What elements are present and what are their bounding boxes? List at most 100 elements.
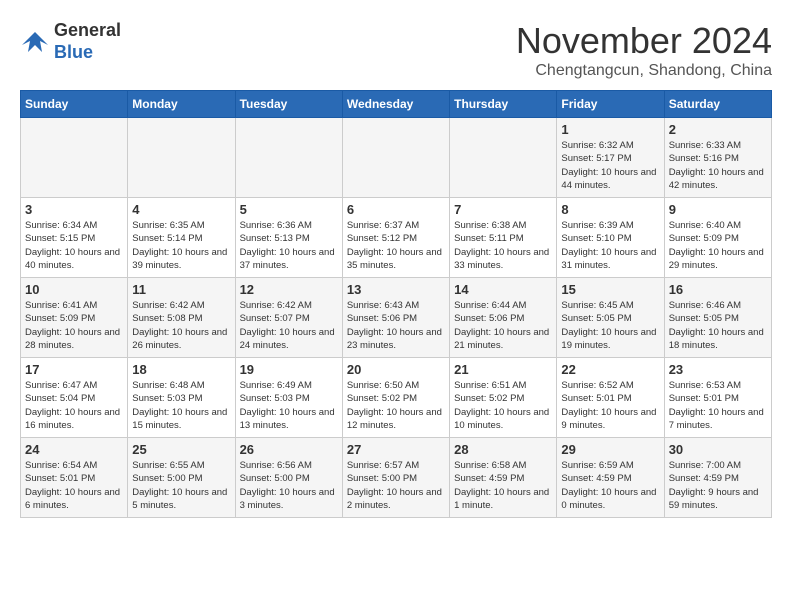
table-row: 25Sunrise: 6:55 AM Sunset: 5:00 PM Dayli… — [128, 438, 235, 518]
table-row: 26 Sunrise: 6:56 AM Sunset: 5:00 PM Dayli… — [235, 438, 342, 518]
day-header-wednesday: Wednesday — [342, 91, 449, 118]
day-info: Sunrise: 6:35 AM Sunset: 5:14 PM Dayligh… — [132, 219, 230, 272]
calendar-week-1: 1Sunrise: 6:32 AM Sunset: 5:17 PM Daylig… — [21, 118, 772, 198]
day-number: 24 — [25, 442, 123, 457]
day-number: 26 — [240, 442, 338, 457]
day-header-friday: Friday — [557, 91, 664, 118]
table-row: 23 Sunrise: 6:53 AM Sunset: 5:01 PM Dayli… — [664, 358, 771, 438]
table-row — [235, 118, 342, 198]
calendar-header-row: SundayMondayTuesdayWednesdayThursdayFrid… — [21, 91, 772, 118]
table-row: 5 Sunrise: 6:36 AM Sunset: 5:13 PM Daylig… — [235, 198, 342, 278]
table-row: 17 Sunrise: 6:47 AM Sunset: 5:04 PM Dayli… — [21, 358, 128, 438]
title-block: November 2024 Chengtangcun, Shandong, Ch… — [516, 20, 772, 80]
day-number: 28 — [454, 442, 552, 457]
table-row: 9 Sunrise: 6:40 AM Sunset: 5:09 PM Daylig… — [664, 198, 771, 278]
day-header-saturday: Saturday — [664, 91, 771, 118]
calendar-week-5: 24 Sunrise: 6:54 AM Sunset: 5:01 PM Dayli… — [21, 438, 772, 518]
calendar-body: 1Sunrise: 6:32 AM Sunset: 5:17 PM Daylig… — [21, 118, 772, 518]
day-info: Sunrise: 6:48 AM Sunset: 5:03 PM Dayligh… — [132, 379, 230, 432]
page-header: General Blue November 2024 Chengtangcun,… — [20, 20, 772, 80]
day-info: Sunrise: 6:34 AM Sunset: 5:15 PM Dayligh… — [25, 219, 123, 272]
day-number: 8 — [561, 202, 659, 217]
day-number: 17 — [25, 362, 123, 377]
table-row: 2 Sunrise: 6:33 AM Sunset: 5:16 PM Daylig… — [664, 118, 771, 198]
day-info: Sunrise: 6:56 AM Sunset: 5:00 PM Dayligh… — [240, 459, 338, 512]
day-number: 21 — [454, 362, 552, 377]
table-row: 10Sunrise: 6:41 AM Sunset: 5:09 PM Dayli… — [21, 278, 128, 358]
day-info: Sunrise: 6:53 AM Sunset: 5:01 PM Dayligh… — [669, 379, 767, 432]
day-info: Sunrise: 6:45 AM Sunset: 5:05 PM Dayligh… — [561, 299, 659, 352]
day-number: 6 — [347, 202, 445, 217]
logo-text: General Blue — [54, 20, 121, 63]
day-info: Sunrise: 6:44 AM Sunset: 5:06 PM Dayligh… — [454, 299, 552, 352]
calendar-table: SundayMondayTuesdayWednesdayThursdayFrid… — [20, 90, 772, 518]
day-number: 13 — [347, 282, 445, 297]
table-row: 6 Sunrise: 6:37 AM Sunset: 5:12 PM Daylig… — [342, 198, 449, 278]
calendar-week-3: 10Sunrise: 6:41 AM Sunset: 5:09 PM Dayli… — [21, 278, 772, 358]
day-number: 12 — [240, 282, 338, 297]
day-number: 5 — [240, 202, 338, 217]
table-row: 18 Sunrise: 6:48 AM Sunset: 5:03 PM Dayli… — [128, 358, 235, 438]
table-row: 13 Sunrise: 6:43 AM Sunset: 5:06 PM Dayli… — [342, 278, 449, 358]
month-title: November 2024 — [516, 20, 772, 62]
table-row: 16Sunrise: 6:46 AM Sunset: 5:05 PM Dayli… — [664, 278, 771, 358]
day-info: Sunrise: 6:58 AM Sunset: 4:59 PM Dayligh… — [454, 459, 552, 512]
table-row: 20Sunrise: 6:50 AM Sunset: 5:02 PM Dayli… — [342, 358, 449, 438]
day-info: Sunrise: 6:49 AM Sunset: 5:03 PM Dayligh… — [240, 379, 338, 432]
table-row: 28 Sunrise: 6:58 AM Sunset: 4:59 PM Dayli… — [450, 438, 557, 518]
day-info: Sunrise: 6:33 AM Sunset: 5:16 PM Dayligh… — [669, 139, 767, 192]
table-row: 3 Sunrise: 6:34 AM Sunset: 5:15 PM Daylig… — [21, 198, 128, 278]
day-header-tuesday: Tuesday — [235, 91, 342, 118]
table-row: 15 Sunrise: 6:45 AM Sunset: 5:05 PM Dayli… — [557, 278, 664, 358]
day-info: Sunrise: 6:37 AM Sunset: 5:12 PM Dayligh… — [347, 219, 445, 272]
day-number: 27 — [347, 442, 445, 457]
day-number: 1 — [561, 122, 659, 137]
day-number: 3 — [25, 202, 123, 217]
table-row: 19 Sunrise: 6:49 AM Sunset: 5:03 PM Dayli… — [235, 358, 342, 438]
day-number: 15 — [561, 282, 659, 297]
day-info: Sunrise: 6:46 AM Sunset: 5:05 PM Dayligh… — [669, 299, 767, 352]
day-info: Sunrise: 6:38 AM Sunset: 5:11 PM Dayligh… — [454, 219, 552, 272]
table-row: 4 Sunrise: 6:35 AM Sunset: 5:14 PM Daylig… — [128, 198, 235, 278]
day-number: 19 — [240, 362, 338, 377]
day-info: Sunrise: 6:59 AM Sunset: 4:59 PM Dayligh… — [561, 459, 659, 512]
day-number: 11 — [132, 282, 230, 297]
day-header-thursday: Thursday — [450, 91, 557, 118]
day-info: Sunrise: 6:40 AM Sunset: 5:09 PM Dayligh… — [669, 219, 767, 272]
day-info: Sunrise: 6:39 AM Sunset: 5:10 PM Dayligh… — [561, 219, 659, 272]
day-number: 14 — [454, 282, 552, 297]
day-number: 25 — [132, 442, 230, 457]
day-info: Sunrise: 6:36 AM Sunset: 5:13 PM Dayligh… — [240, 219, 338, 272]
day-number: 7 — [454, 202, 552, 217]
table-row: 8 Sunrise: 6:39 AM Sunset: 5:10 PM Daylig… — [557, 198, 664, 278]
day-info: Sunrise: 6:54 AM Sunset: 5:01 PM Dayligh… — [25, 459, 123, 512]
day-info: Sunrise: 6:42 AM Sunset: 5:08 PM Dayligh… — [132, 299, 230, 352]
day-number: 18 — [132, 362, 230, 377]
table-row: 29 Sunrise: 6:59 AM Sunset: 4:59 PM Dayli… — [557, 438, 664, 518]
day-number: 9 — [669, 202, 767, 217]
day-number: 30 — [669, 442, 767, 457]
table-row: 1Sunrise: 6:32 AM Sunset: 5:17 PM Daylig… — [557, 118, 664, 198]
day-number: 23 — [669, 362, 767, 377]
calendar-week-2: 3 Sunrise: 6:34 AM Sunset: 5:15 PM Daylig… — [21, 198, 772, 278]
day-number: 4 — [132, 202, 230, 217]
day-info: Sunrise: 6:43 AM Sunset: 5:06 PM Dayligh… — [347, 299, 445, 352]
table-row: 14 Sunrise: 6:44 AM Sunset: 5:06 PM Dayli… — [450, 278, 557, 358]
day-header-monday: Monday — [128, 91, 235, 118]
day-number: 29 — [561, 442, 659, 457]
table-row — [450, 118, 557, 198]
day-info: Sunrise: 6:51 AM Sunset: 5:02 PM Dayligh… — [454, 379, 552, 432]
table-row: 22Sunrise: 6:52 AM Sunset: 5:01 PM Dayli… — [557, 358, 664, 438]
table-row: 21 Sunrise: 6:51 AM Sunset: 5:02 PM Dayli… — [450, 358, 557, 438]
table-row: 30Sunrise: 7:00 AM Sunset: 4:59 PM Dayli… — [664, 438, 771, 518]
calendar-week-4: 17 Sunrise: 6:47 AM Sunset: 5:04 PM Dayli… — [21, 358, 772, 438]
day-info: Sunrise: 6:41 AM Sunset: 5:09 PM Dayligh… — [25, 299, 123, 352]
table-row — [128, 118, 235, 198]
table-row: 24 Sunrise: 6:54 AM Sunset: 5:01 PM Dayli… — [21, 438, 128, 518]
day-number: 2 — [669, 122, 767, 137]
day-info: Sunrise: 6:47 AM Sunset: 5:04 PM Dayligh… — [25, 379, 123, 432]
day-info: Sunrise: 6:57 AM Sunset: 5:00 PM Dayligh… — [347, 459, 445, 512]
table-row: 12Sunrise: 6:42 AM Sunset: 5:07 PM Dayli… — [235, 278, 342, 358]
day-info: Sunrise: 6:52 AM Sunset: 5:01 PM Dayligh… — [561, 379, 659, 432]
table-row — [21, 118, 128, 198]
